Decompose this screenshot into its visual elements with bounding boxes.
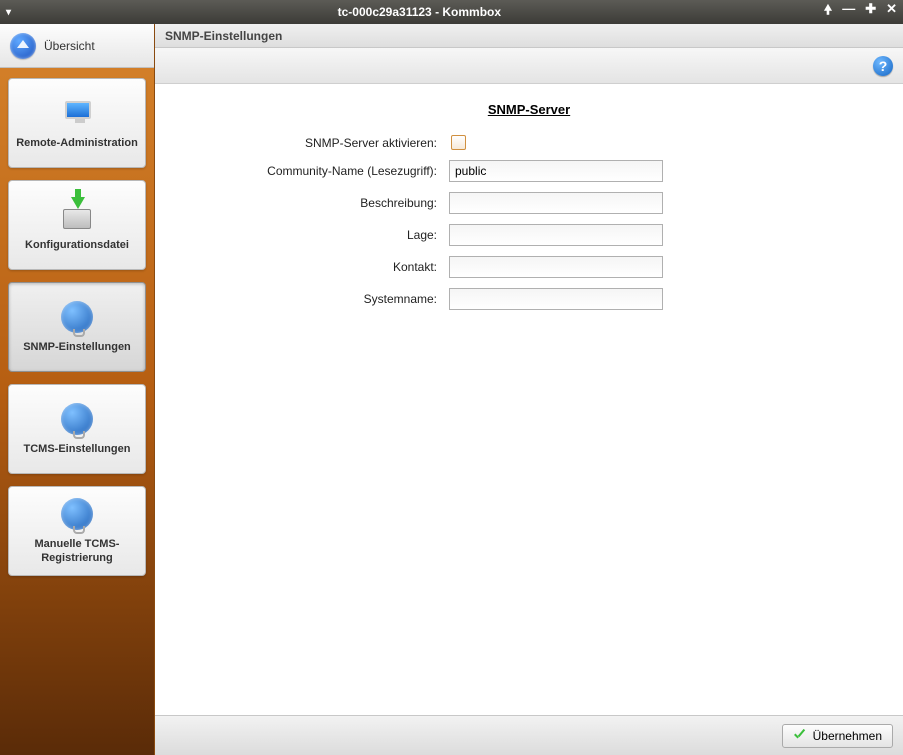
row-community: Community-Name (Lesezugriff): xyxy=(179,160,879,182)
sidebar-item-label: SNMP-Einstellungen xyxy=(23,341,131,355)
input-sysname[interactable] xyxy=(449,288,663,310)
sidebar: Übersicht Remote-Administration Konfigur… xyxy=(0,24,155,755)
app-root: Übersicht Remote-Administration Konfigur… xyxy=(0,24,903,755)
sidebar-nav: Remote-Administration Konfigurationsdate… xyxy=(0,68,154,586)
row-activate: SNMP-Server aktivieren: xyxy=(179,135,879,150)
checkmark-icon xyxy=(793,729,807,743)
label-sysname: Systemname: xyxy=(179,292,449,306)
panel-title: SNMP-Einstellungen xyxy=(165,29,282,43)
sidebar-item-label: Manuelle TCMS-Registrierung xyxy=(13,538,141,566)
sidebar-item-label: TCMS-Einstellungen xyxy=(24,443,131,457)
sidebar-item-label: Remote-Administration xyxy=(16,137,138,151)
globe-network-icon xyxy=(57,299,97,335)
window-maximize-icon[interactable]: ✚ xyxy=(865,1,876,23)
label-community: Community-Name (Lesezugriff): xyxy=(179,164,449,178)
row-contact: Kontakt: xyxy=(179,256,879,278)
sidebar-item-label: Konfigurationsdatei xyxy=(25,239,129,253)
window-ontop-icon[interactable]: 🠝 xyxy=(824,1,832,23)
sidebar-overview[interactable]: Übersicht xyxy=(0,24,154,68)
window-title: tc-000c29a31123 - Kommbox xyxy=(15,5,824,19)
window-controls: 🠝 — ✚ ✕ xyxy=(824,1,897,23)
download-disk-icon xyxy=(57,197,97,233)
window-close-icon[interactable]: ✕ xyxy=(886,1,897,23)
row-location: Lage: xyxy=(179,224,879,246)
sidebar-overview-label: Übersicht xyxy=(44,39,95,53)
apply-button-label: Übernehmen xyxy=(813,729,882,743)
sidebar-item-remote-administration[interactable]: Remote-Administration xyxy=(8,78,146,168)
sidebar-item-tcms-settings[interactable]: TCMS-Einstellungen xyxy=(8,384,146,474)
toolbar: ? xyxy=(155,48,903,84)
globe-network-icon xyxy=(57,401,97,437)
input-contact[interactable] xyxy=(449,256,663,278)
label-description: Beschreibung: xyxy=(179,196,449,210)
panel-header: SNMP-Einstellungen xyxy=(155,24,903,48)
globe-network-icon xyxy=(57,496,97,532)
input-description[interactable] xyxy=(449,192,663,214)
label-activate: SNMP-Server aktivieren: xyxy=(179,136,449,150)
checkbox-activate[interactable] xyxy=(451,135,466,150)
app-menu-icon[interactable]: ▾ xyxy=(6,7,11,18)
label-location: Lage: xyxy=(179,228,449,242)
footer: Übernehmen xyxy=(155,715,903,755)
window-titlebar: ▾ tc-000c29a31123 - Kommbox 🠝 — ✚ ✕ xyxy=(0,0,903,24)
input-location[interactable] xyxy=(449,224,663,246)
sidebar-item-configfile[interactable]: Konfigurationsdatei xyxy=(8,180,146,270)
help-icon[interactable]: ? xyxy=(873,56,893,76)
apply-button[interactable]: Übernehmen xyxy=(782,724,893,748)
section-title: SNMP-Server xyxy=(179,102,879,117)
input-community[interactable] xyxy=(449,160,663,182)
row-description: Beschreibung: xyxy=(179,192,879,214)
sidebar-item-snmp-settings[interactable]: SNMP-Einstellungen xyxy=(8,282,146,372)
sidebar-item-manual-tcms-registration[interactable]: Manuelle TCMS-Registrierung xyxy=(8,486,146,576)
window-minimize-icon[interactable]: — xyxy=(842,1,855,23)
main-panel: SNMP-Einstellungen ? SNMP-Server SNMP-Se… xyxy=(155,24,903,755)
monitor-icon xyxy=(57,95,97,131)
home-icon xyxy=(10,33,36,59)
row-sysname: Systemname: xyxy=(179,288,879,310)
content-area: SNMP-Server SNMP-Server aktivieren: Comm… xyxy=(155,84,903,715)
label-contact: Kontakt: xyxy=(179,260,449,274)
